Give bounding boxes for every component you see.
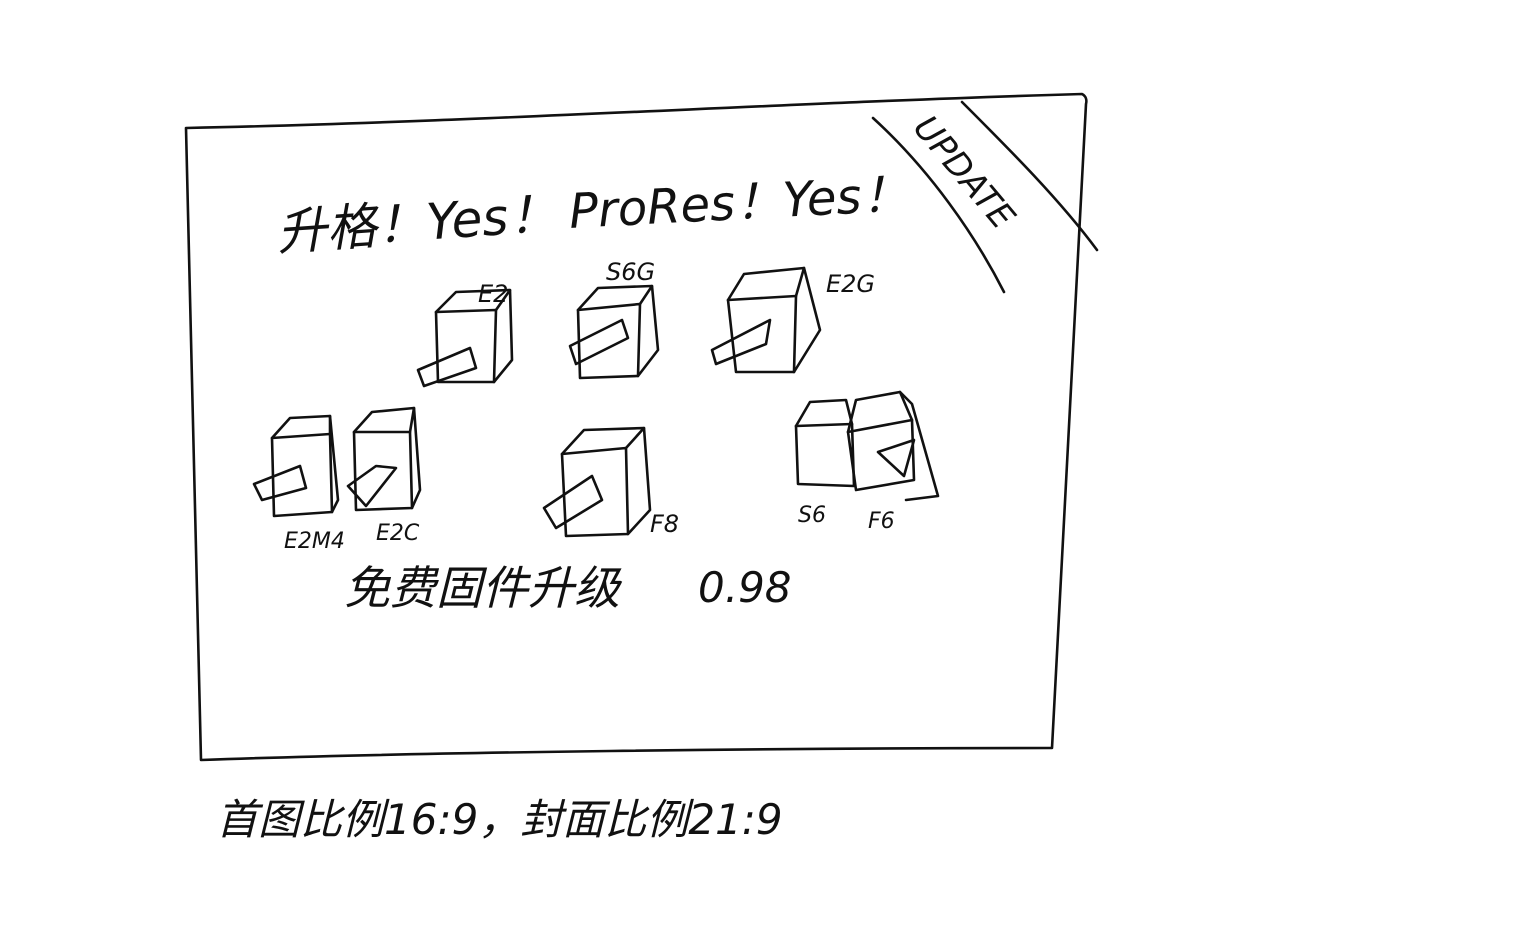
label-e2g: E2G [826,270,875,298]
firmware-label: 免费固件升级 [344,561,623,615]
camera-s6g: S6G [568,258,660,380]
ribbon-update-label: UPDATE [905,108,1022,237]
camera-e2m4: E2M4 [252,414,345,554]
label-e2: E2 [478,280,508,308]
sketch-drawing: UPDATE 升格！Yes！ ProRes！Yes！ E2 S6G E2G E2… [184,92,1099,844]
aspect-ratio-note: 首图比例16:9，封面比例21:9 [216,795,783,844]
camera-f8: F8 [542,426,679,538]
label-e2c: E2C [376,521,420,546]
label-s6g: S6G [606,258,655,286]
camera-e2c: E2C [346,406,422,546]
label-f8: F8 [650,510,679,538]
label-f6: F6 [868,509,895,534]
prores-yes-text: ProRes！Yes！ [568,166,911,240]
upgrade-yes-text: 升格！Yes！ [275,184,560,262]
camera-f6: F6 [846,390,940,534]
camera-e2g: E2G [710,266,875,374]
camera-e2: E2 [416,280,514,388]
label-e2m4: E2M4 [284,529,345,554]
label-s6: S6 [798,503,826,528]
sketch-canvas: UPDATE 升格！Yes！ ProRes！Yes！ E2 S6G E2G E2… [0,0,1536,936]
camera-s6: S6 [794,398,856,528]
firmware-version: 0.98 [698,563,792,612]
